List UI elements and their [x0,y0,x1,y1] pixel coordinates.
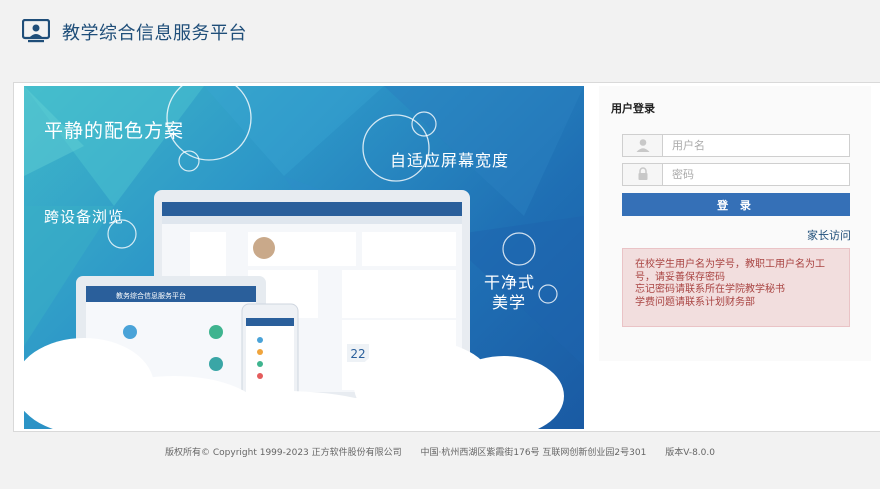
notice-line: 在校学生用户名为学号，教职工用户名为工 [635,259,825,270]
slogan-aesthetics: 美学 [492,293,527,312]
address-text: 中国·杭州西湖区紫霞街176号 互联网创新创业园2号301 [420,448,647,458]
login-panel: 用户登录 登 录 家长访问 在校学生用户名为学号，教职工用户名为工 号，请妥善保… [599,86,871,361]
lock-icon [623,164,663,185]
promo-banner: 22 教务综合信息服务平台 平静的配色方案 自适应屏幕宽度 跨设备浏览 干净式 … [24,86,584,429]
calendar-day: 22 [350,347,365,361]
platform-logo-icon [22,19,50,43]
version-text: 版本V-8.0.0 [665,448,715,458]
notice-line: 号，请妥善保存密码 [635,271,725,283]
username-input[interactable] [664,135,848,156]
footer: 版权所有© Copyright 1999-2023 正方软件股份有限公司 中国·… [0,445,880,458]
header: 教学综合信息服务平台 [0,0,880,70]
login-notice: 在校学生用户名为学号，教职工用户名为工 号，请妥善保存密码 忘记密码请联系所在学… [622,248,850,327]
tablet-title: 教务综合信息服务平台 [116,291,186,300]
parent-access-link[interactable]: 家长访问 [807,227,851,243]
slogan-color-scheme: 平静的配色方案 [44,120,185,142]
username-field [622,134,850,157]
slogan-cross-device: 跨设备浏览 [44,208,125,226]
slogan-adaptive-width: 自适应屏幕宽度 [390,151,510,170]
copyright-text: 版权所有© Copyright 1999-2023 正方软件股份有限公司 [165,448,402,458]
notice-line: 忘记密码请联系所在学院教学秘书 [635,284,785,295]
user-icon [623,135,663,156]
login-title: 用户登录 [611,102,655,115]
password-field [622,163,850,186]
page-title: 教学综合信息服务平台 [62,23,247,44]
login-button[interactable]: 登 录 [622,193,850,216]
password-input[interactable] [664,164,848,185]
notice-line: 学费问题请联系计划财务部 [635,296,755,308]
